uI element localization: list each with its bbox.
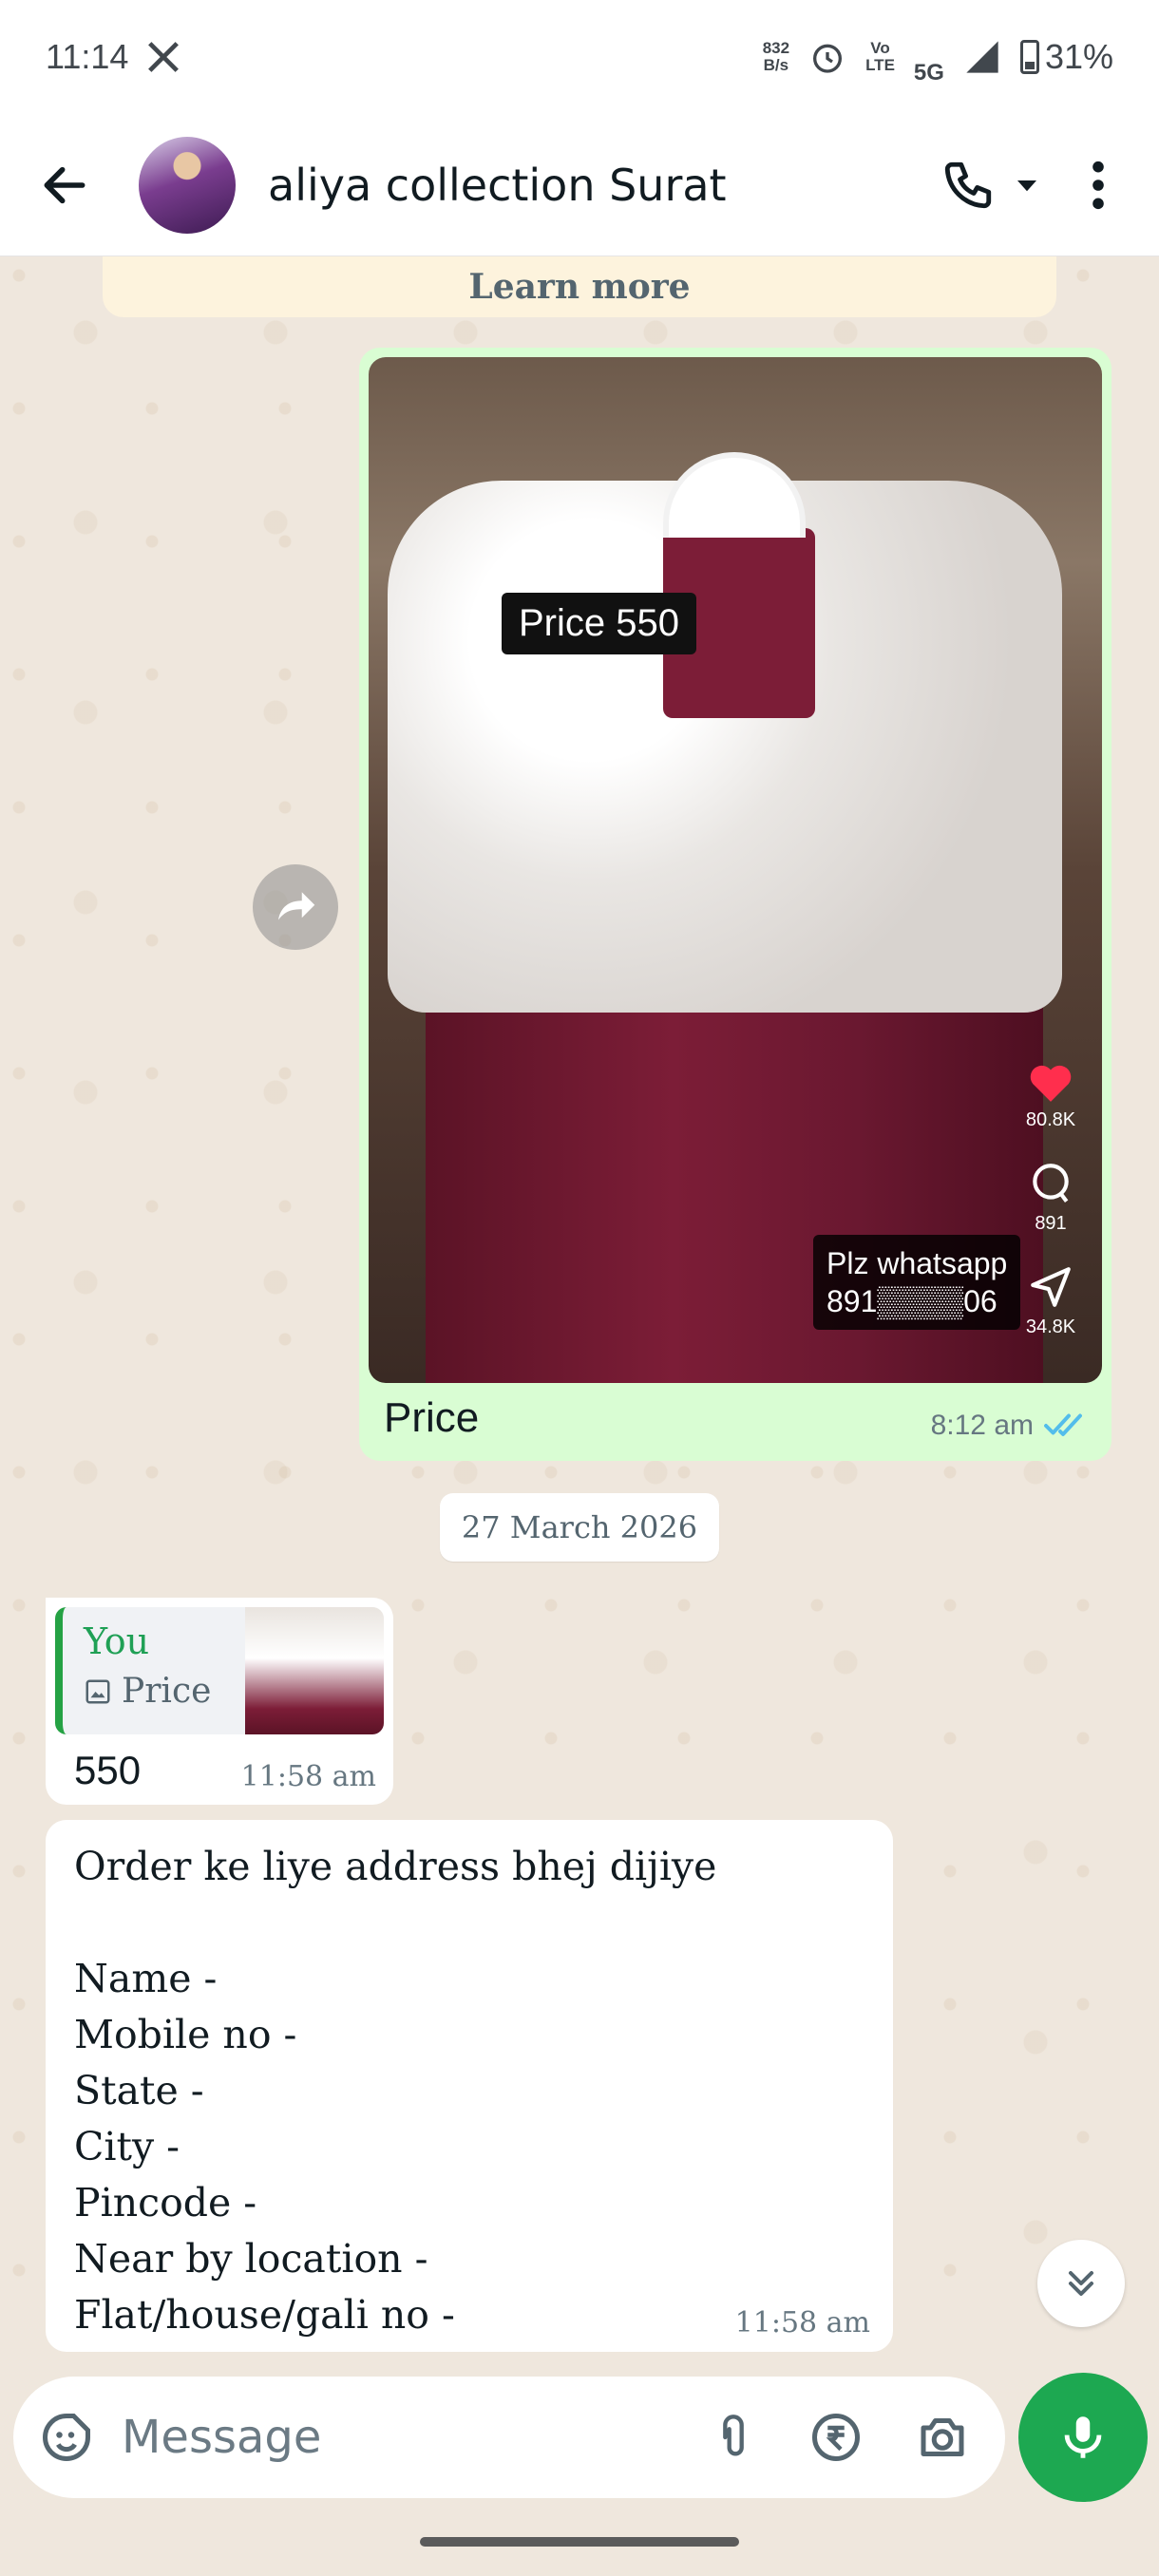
message-input[interactable] <box>122 2411 597 2464</box>
message-composer <box>13 2377 1005 2498</box>
chat-area[interactable]: Learn more Price 550 Plz whatsapp 891▒▒▒… <box>0 256 1159 2365</box>
voice-message-button[interactable] <box>1018 2373 1148 2502</box>
read-receipt-icon <box>1044 1413 1082 1436</box>
back-button[interactable] <box>28 149 101 221</box>
media-price-overlay: Price 550 <box>502 593 696 654</box>
shares-count: 34.8K <box>1025 1316 1076 1337</box>
camera-icon[interactable] <box>914 2409 971 2466</box>
volte-bottom: LTE <box>865 56 895 74</box>
incoming-address-message[interactable]: Order ke liye address bhej dijiye Name -… <box>46 1820 893 2352</box>
phone-icon <box>944 161 992 208</box>
comments-count: 891 <box>1035 1213 1067 1234</box>
share-icon <box>1031 1267 1071 1307</box>
volte-indicator: Vo LTE <box>865 40 895 74</box>
media-contact-line1: Plz whatsapp <box>826 1246 1008 1280</box>
media-reel-stats: 80.8K 891 34.8K <box>1013 1060 1089 1338</box>
more-options-icon[interactable] <box>1079 158 1117 213</box>
back-arrow-icon <box>44 166 86 203</box>
attachment-icon[interactable] <box>709 2409 758 2466</box>
address-line: Mobile no - <box>74 2012 297 2057</box>
quoted-message[interactable]: You Price <box>55 1607 384 1734</box>
net-speed-unit: B/s <box>763 56 789 74</box>
voice-call-button[interactable] <box>940 158 1041 213</box>
image-icon <box>86 1679 110 1703</box>
quoted-author: You <box>84 1620 150 1662</box>
reply-text: 550 <box>74 1748 142 1792</box>
contact-avatar[interactable] <box>139 136 236 234</box>
net-speed: 832 B/s <box>763 40 789 74</box>
forward-button[interactable] <box>253 864 338 950</box>
home-gesture-handle[interactable] <box>420 2537 739 2547</box>
media-image[interactable]: Price 550 Plz whatsapp 891▒▒▒▒06 80.8K 8… <box>369 357 1102 1383</box>
address-line <box>74 1895 868 1951</box>
volte-top: Vo <box>870 39 890 57</box>
media-caption: Price <box>384 1394 480 1441</box>
heart-icon <box>1030 1065 1072 1102</box>
chat-header: aliya collection Surat <box>0 114 1159 256</box>
address-line: State - <box>74 2068 204 2113</box>
address-line: Name - <box>74 1956 218 2001</box>
double-chevron-down-icon <box>1068 2270 1094 2297</box>
rupee-payment-icon[interactable] <box>808 2409 864 2466</box>
media-contact-overlay: Plz whatsapp 891▒▒▒▒06 <box>813 1235 1021 1330</box>
message-time: 8:12 am <box>930 1410 1034 1441</box>
quoted-thumbnail <box>245 1607 384 1734</box>
alarm-icon <box>813 44 843 73</box>
media-contact-line2: 891▒▒▒▒06 <box>826 1284 998 1318</box>
hanger-graphic <box>663 452 806 538</box>
reply-time: 11:58 am <box>240 1760 376 1793</box>
address-line: City - <box>74 2124 180 2169</box>
network-type: 5G <box>913 60 944 85</box>
address-line: Near by location - <box>74 2236 428 2282</box>
net-speed-value: 832 <box>762 39 790 57</box>
date-separator: 27 March 2026 <box>440 1493 719 1562</box>
battery-icon <box>1019 40 1039 74</box>
address-message-time: 11:58 am <box>734 2306 870 2339</box>
forward-icon <box>278 892 315 920</box>
address-line: Pincode - <box>74 2180 257 2226</box>
battery-indicator: 31% <box>1019 37 1113 77</box>
address-line: Order ke liye address bhej dijiye <box>74 1844 717 1889</box>
microphone-icon <box>1064 2416 1102 2458</box>
status-bar: 11:14 832 B/s Vo LTE 5G 31% <box>0 0 1159 114</box>
signal-icon <box>966 41 998 73</box>
system-nav-bar <box>0 2508 1159 2576</box>
contact-name[interactable]: aliya collection Surat <box>268 160 727 211</box>
scroll-to-bottom-button[interactable] <box>1037 2240 1125 2327</box>
outgoing-media-message[interactable]: Price 550 Plz whatsapp 891▒▒▒▒06 80.8K 8… <box>359 348 1112 1461</box>
sticker-icon[interactable] <box>38 2409 95 2466</box>
battery-percent: 31% <box>1044 37 1113 76</box>
learn-more-banner[interactable]: Learn more <box>103 256 1056 317</box>
x-app-icon <box>148 42 180 72</box>
incoming-reply-message[interactable]: You Price 550 11:58 am <box>46 1598 393 1805</box>
status-time: 11:14 <box>46 37 129 76</box>
call-dropdown-icon <box>1017 180 1036 191</box>
likes-count: 80.8K <box>1025 1109 1076 1130</box>
comment-icon <box>1033 1164 1069 1203</box>
quoted-type: Price <box>122 1672 212 1711</box>
